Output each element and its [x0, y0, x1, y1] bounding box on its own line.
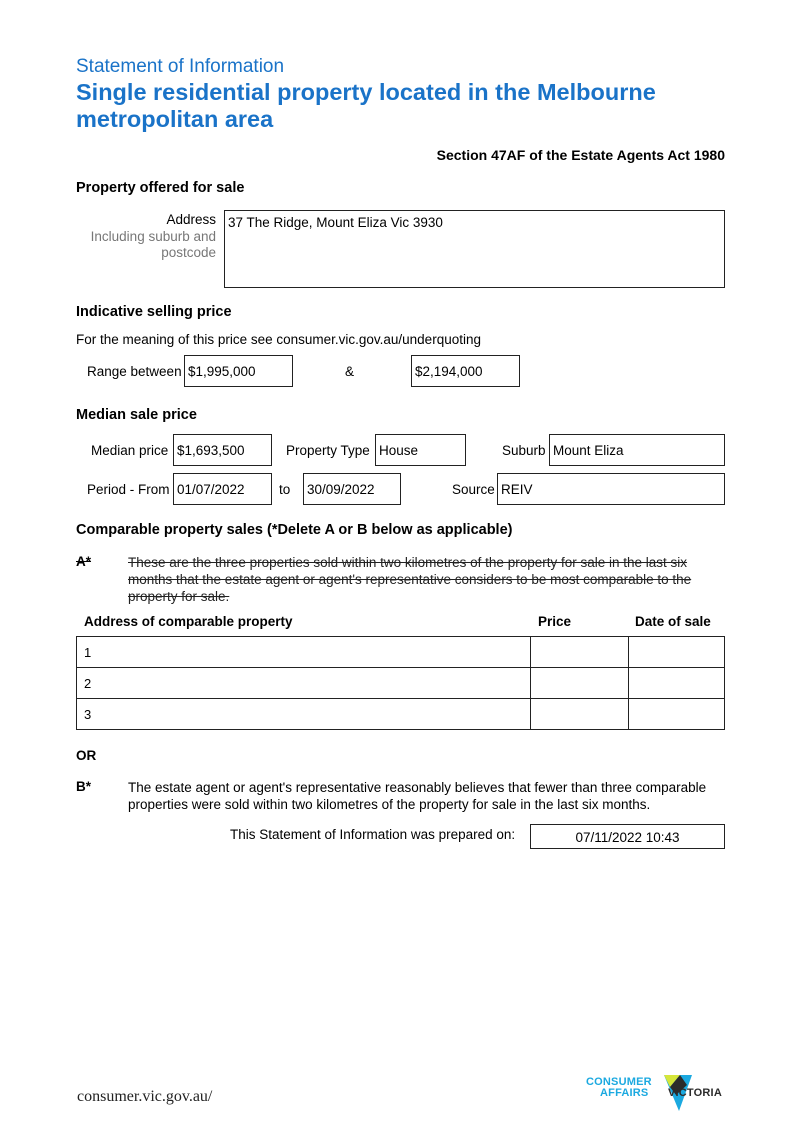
- range-separator: &: [345, 364, 355, 379]
- property-type-field[interactable]: House: [375, 434, 466, 466]
- logo-victoria: VICTORIA: [668, 1087, 722, 1099]
- row-price-cell[interactable]: [530, 636, 629, 668]
- property-heading: Property offered for sale: [76, 180, 245, 196]
- col-date-header: Date of sale: [635, 614, 711, 629]
- address-label: Address: [166, 212, 216, 227]
- doc-title: Single residential property located in t…: [76, 79, 656, 132]
- cav-logo: CONSUMER AFFAIRS VICTORIA: [586, 1073, 726, 1117]
- indicative-heading: Indicative selling price: [76, 304, 232, 320]
- logo-affairs: AFFAIRS: [600, 1087, 649, 1099]
- property-type-label: Property Type: [286, 443, 370, 458]
- row-date-cell[interactable]: [628, 698, 725, 730]
- row-address-cell[interactable]: 3: [76, 698, 531, 730]
- row-price-cell[interactable]: [530, 698, 629, 730]
- range-label: Range between: [87, 364, 182, 379]
- suburb-field[interactable]: Mount Eliza: [549, 434, 725, 466]
- table-row: 2: [76, 667, 725, 699]
- prepared-label: This Statement of Information was prepar…: [230, 827, 516, 842]
- median-price-label: Median price: [91, 443, 169, 458]
- comparable-heading: Comparable property sales (*Delete A or …: [76, 522, 513, 538]
- row-date-cell[interactable]: [628, 636, 725, 668]
- table-row: 1: [76, 636, 725, 668]
- period-to-label: to: [279, 482, 291, 497]
- price-high-field[interactable]: $2,194,000: [411, 355, 520, 387]
- or-label: OR: [76, 748, 97, 763]
- address-field[interactable]: 37 The Ridge, Mount Eliza Vic 3930: [224, 210, 725, 288]
- col-address-header: Address of comparable property: [84, 614, 293, 629]
- comparable-table: 1 2 3: [76, 636, 725, 730]
- doc-subtitle: Statement of Information: [76, 56, 285, 77]
- option-b-marker: B*: [76, 779, 92, 794]
- price-low-field[interactable]: $1,995,000: [184, 355, 293, 387]
- col-price-header: Price: [538, 614, 572, 629]
- act-reference: Section 47AF of the Estate Agents Act 19…: [436, 147, 725, 163]
- option-a-text: These are the three properties sold with…: [128, 555, 692, 604]
- option-a-marker: A*: [76, 554, 92, 569]
- row-date-cell[interactable]: [628, 667, 725, 699]
- row-address-cell[interactable]: 1: [76, 636, 531, 668]
- source-label: Source: [452, 482, 495, 497]
- option-b-text: The estate agent or agent's representati…: [128, 780, 707, 812]
- prepared-date-field[interactable]: 07/11/2022 10:43: [530, 824, 725, 849]
- median-price-field[interactable]: $1,693,500: [173, 434, 272, 466]
- suburb-label: Suburb: [502, 443, 546, 458]
- row-address-cell[interactable]: 2: [76, 667, 531, 699]
- source-field[interactable]: REIV: [497, 473, 725, 505]
- row-price-cell[interactable]: [530, 667, 629, 699]
- period-from-field[interactable]: 01/07/2022: [173, 473, 272, 505]
- address-hint: Including suburb and postcode: [90, 228, 216, 261]
- underquoting-note: For the meaning of this price see consum…: [76, 332, 481, 347]
- table-row: 3: [76, 698, 725, 730]
- footer-url[interactable]: consumer.vic.gov.au/: [77, 1088, 212, 1106]
- median-heading: Median sale price: [76, 407, 197, 423]
- period-to-field[interactable]: 30/09/2022: [303, 473, 401, 505]
- period-from-label: Period - From: [87, 482, 170, 497]
- address-label-group: Address Including suburb and postcode: [66, 212, 216, 262]
